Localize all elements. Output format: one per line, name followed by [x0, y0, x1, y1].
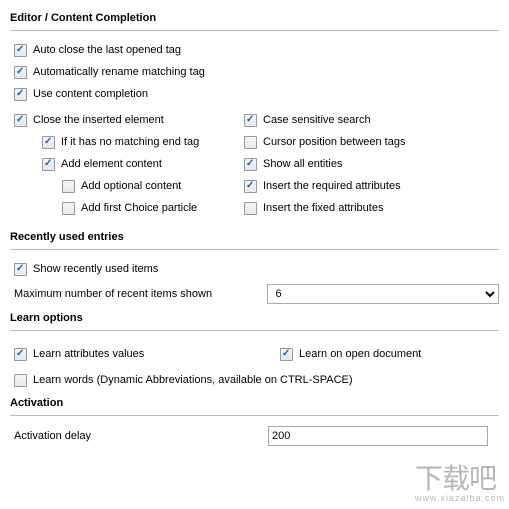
opt-add-optional[interactable]: Add optional content [10, 177, 240, 195]
opt-add-element[interactable]: ✓ Add element content [10, 155, 240, 173]
checkbox-icon: ✓ [42, 158, 55, 171]
label: Learn attributes values [33, 348, 144, 360]
label: If it has no matching end tag [61, 136, 199, 148]
checkbox-icon [244, 202, 257, 215]
checkbox-icon: ✓ [244, 114, 257, 127]
options-col-left: ✓ Close the inserted element ✓ If it has… [10, 107, 240, 221]
label: Insert the required attributes [263, 180, 401, 192]
label: Learn words (Dynamic Abbreviations, avai… [33, 374, 353, 386]
opt-close-inserted[interactable]: ✓ Close the inserted element [10, 111, 240, 129]
checkbox-icon [62, 180, 75, 193]
opt-cursor-between[interactable]: Cursor position between tags [240, 133, 499, 151]
opt-auto-rename[interactable]: ✓ Automatically rename matching tag [10, 63, 499, 81]
watermark-sub: www.xiazaiba.com [415, 493, 505, 503]
label: Automatically rename matching tag [33, 66, 205, 78]
checkbox-icon [62, 202, 75, 215]
label: Add first Choice particle [81, 202, 197, 214]
label: Use content completion [33, 88, 148, 100]
label: Insert the fixed attributes [263, 202, 383, 214]
activation-divider [10, 415, 499, 416]
opt-insert-fixed[interactable]: Insert the fixed attributes [240, 199, 499, 217]
checkbox-icon: ✓ [244, 158, 257, 171]
checkbox-icon: ✓ [14, 66, 27, 79]
label: Cursor position between tags [263, 136, 405, 148]
learn-divider [10, 330, 499, 331]
checkbox-icon [14, 374, 27, 387]
opt-use-cc[interactable]: ✓ Use content completion [10, 85, 499, 103]
opt-show-recent[interactable]: ✓ Show recently used items [10, 260, 499, 278]
checkbox-icon: ✓ [280, 348, 293, 361]
opt-learn-words[interactable]: Learn words (Dynamic Abbreviations, avai… [10, 371, 499, 389]
checkbox-icon [244, 136, 257, 149]
label: Show all entities [263, 158, 343, 170]
opt-auto-close[interactable]: ✓ Auto close the last opened tag [10, 41, 499, 59]
label: Add element content [61, 158, 162, 170]
activation-delay-input[interactable] [268, 426, 488, 446]
recent-title: Recently used entries [10, 231, 499, 243]
checkbox-icon: ✓ [244, 180, 257, 193]
activation-delay-row: Activation delay [10, 426, 499, 446]
learn-title: Learn options [10, 312, 499, 324]
activation-title: Activation [10, 397, 499, 409]
recent-max-row: Maximum number of recent items shown 6 [10, 284, 499, 304]
opt-show-entities[interactable]: ✓ Show all entities [240, 155, 499, 173]
watermark-main: 下载吧 [415, 463, 496, 494]
checkbox-icon: ✓ [14, 88, 27, 101]
opt-case-sensitive[interactable]: ✓ Case sensitive search [240, 111, 499, 129]
label: Auto close the last opened tag [33, 44, 181, 56]
options-grid: ✓ Close the inserted element ✓ If it has… [10, 107, 499, 221]
checkbox-icon: ✓ [14, 348, 27, 361]
recent-divider [10, 249, 499, 250]
label: Learn on open document [299, 348, 421, 360]
opt-learn-attr[interactable]: ✓ Learn attributes values [10, 345, 240, 363]
activation-delay-label: Activation delay [10, 430, 268, 442]
opt-insert-required[interactable]: ✓ Insert the required attributes [240, 177, 499, 195]
checkbox-icon: ✓ [14, 44, 27, 57]
page-title: Editor / Content Completion [10, 12, 499, 24]
opt-learn-open[interactable]: ✓ Learn on open document [240, 345, 499, 363]
title-divider [10, 30, 499, 31]
checkbox-icon: ✓ [14, 263, 27, 276]
checkbox-icon: ✓ [14, 114, 27, 127]
recent-max-select[interactable]: 6 [267, 284, 499, 304]
opt-no-match-end[interactable]: ✓ If it has no matching end tag [10, 133, 240, 151]
checkbox-icon: ✓ [42, 136, 55, 149]
label: Close the inserted element [33, 114, 164, 126]
label: Add optional content [81, 180, 181, 192]
options-col-right: ✓ Case sensitive search Cursor position … [240, 107, 499, 221]
learn-grid: ✓ Learn attributes values ✓ Learn on ope… [10, 341, 499, 367]
label: Case sensitive search [263, 114, 371, 126]
label: Show recently used items [33, 263, 158, 275]
watermark: 下载吧 www.xiazaiba.com [415, 457, 505, 503]
opt-add-first-choice[interactable]: Add first Choice particle [10, 199, 240, 217]
recent-max-label: Maximum number of recent items shown [10, 288, 267, 300]
